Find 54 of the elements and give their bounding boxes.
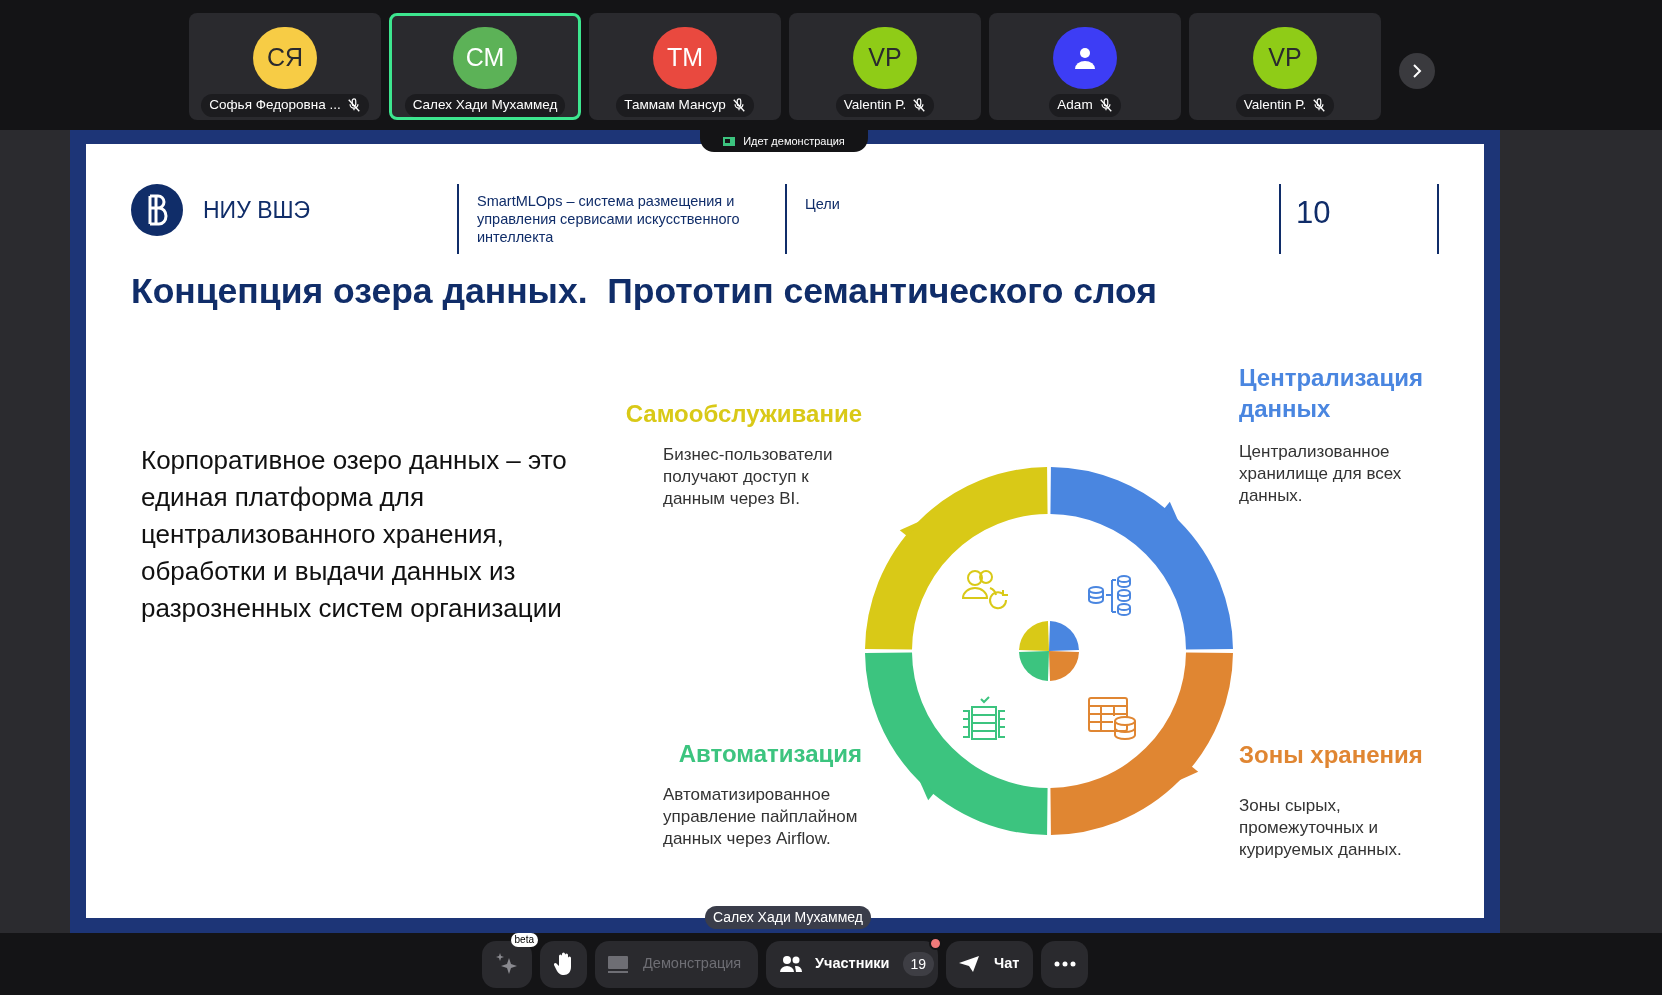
chat-button[interactable]: Чат xyxy=(946,940,1033,988)
people-icon xyxy=(780,955,802,973)
paper-plane-icon xyxy=(958,955,980,973)
person-icon xyxy=(1073,45,1097,70)
segment-description: Централизованное хранилище для всех данных. xyxy=(1239,441,1403,508)
segment-title: Зоны хранения xyxy=(1239,740,1424,771)
participant-name: Valentin P. xyxy=(843,96,907,115)
participant-count: 19 xyxy=(902,952,935,976)
organization-name: НИУ ВШЭ xyxy=(203,195,311,225)
avatar: ТМ xyxy=(653,27,717,89)
participant-name: Софья Федоровна ... xyxy=(209,96,341,115)
users-refresh-icon xyxy=(962,570,1009,610)
presenter-name: Салех Хади Мухаммед xyxy=(705,906,871,929)
sparkle-icon xyxy=(495,952,519,976)
avatar: СМ xyxy=(453,27,517,89)
cast-icon xyxy=(607,955,629,973)
database-icon xyxy=(1088,575,1131,617)
participant-name: Салех Хади Мухаммед xyxy=(412,96,558,115)
avatar: VP xyxy=(1253,27,1317,89)
next-button[interactable] xyxy=(1399,53,1435,89)
raise-hand-button[interactable] xyxy=(540,940,587,988)
slide-title: Концепция озера данных. Прототип семантического слоя xyxy=(131,270,1158,313)
segment-description: Зоны сырых, промежуточных и курируемых данных. xyxy=(1239,795,1403,862)
participant-name: Adam xyxy=(1057,96,1093,115)
hand-icon xyxy=(553,952,574,976)
more-button[interactable] xyxy=(1041,940,1088,988)
sharing-status: Идет демонстрация xyxy=(743,133,845,149)
chevron-right-icon xyxy=(1412,64,1422,78)
table-database-icon xyxy=(1088,697,1136,741)
participant-tile[interactable]: СМ Салех Хади Мухаммед xyxy=(389,13,581,120)
pie-icon xyxy=(1019,621,1079,682)
participant-tile[interactable]: VP Valentin P. xyxy=(789,13,981,120)
segment-description: Автоматизированное управление пайплайном данных через Airflow. xyxy=(663,784,859,851)
segment-description: Бизнес-пользователи получают доступ к данным через BI. xyxy=(663,444,834,511)
participant-name: Таммам Мансур xyxy=(624,96,726,115)
project-name: SmartMLOps – система размещения и управления сервисами искусственного интеллекта xyxy=(477,192,741,246)
participant-tile[interactable]: VP Valentin P. xyxy=(1189,13,1381,120)
participant-tile[interactable]: СЯ Софья Федоровна ... xyxy=(189,13,381,120)
screen-share-icon xyxy=(723,136,736,146)
segment-title: Централизация данных xyxy=(1239,363,1424,425)
section-name: Цели xyxy=(805,196,840,212)
slide-paragraph: Корпоративное озеро данных – это единая платформа для централизованного хранения, обработки и выдачи данных из разрозненных систем организации xyxy=(141,444,568,626)
participant-name: Valentin P. xyxy=(1243,96,1307,115)
avatar: СЯ xyxy=(253,27,317,89)
segment-title: Самообслуживание xyxy=(625,399,862,430)
university-logo xyxy=(131,184,183,236)
participants-button[interactable]: Участники 19 xyxy=(766,940,938,988)
participant-tile[interactable]: Adam xyxy=(989,13,1181,120)
server-check-icon xyxy=(962,696,1006,741)
participant-tile[interactable]: ТМ Таммам Мансур xyxy=(589,13,781,120)
segment-title: Автоматизация xyxy=(678,739,862,770)
page-number: 10 xyxy=(1296,195,1331,230)
avatar: VP xyxy=(853,27,917,89)
more-icon xyxy=(1053,961,1076,967)
